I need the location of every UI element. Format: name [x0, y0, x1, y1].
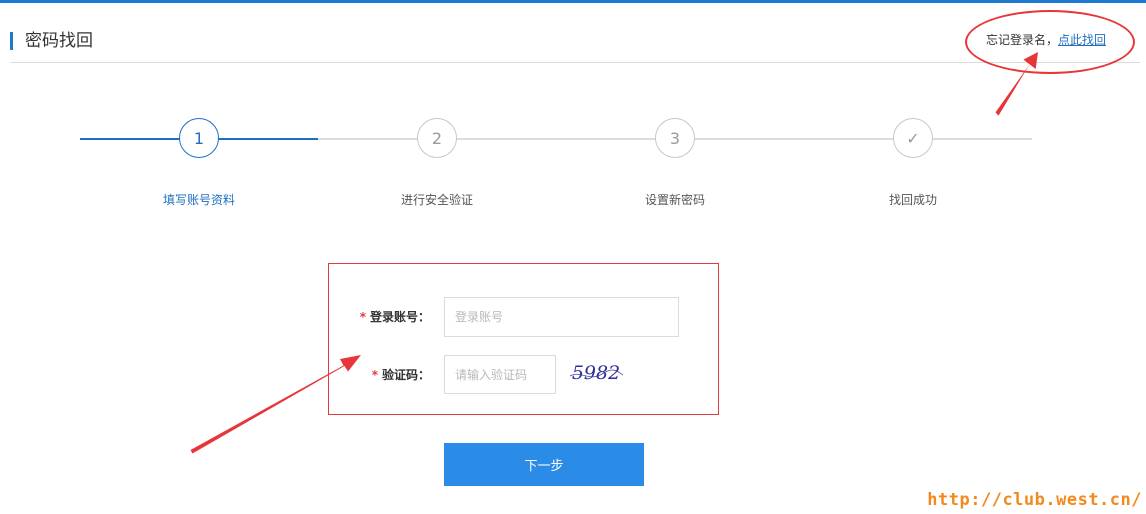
- captcha-image[interactable]: 5982: [568, 358, 624, 386]
- captcha-label: * 验证码：: [330, 366, 430, 383]
- watermark: http://club.west.cn/: [927, 490, 1142, 510]
- step-1-label: 填写账号资料: [162, 193, 235, 207]
- top-accent-bar: [0, 0, 1146, 3]
- step-4-label: 找回成功: [888, 193, 937, 207]
- captcha-text: 5982: [572, 362, 620, 384]
- page-title: 密码找回: [25, 31, 93, 51]
- step-1-circle: 1: [179, 118, 219, 158]
- account-label-text: 登录账号：: [369, 310, 430, 324]
- step-3-label: 设置新密码: [644, 193, 705, 207]
- step-2-label: 进行安全验证: [400, 193, 473, 207]
- step-4-check-icon: ✓: [893, 118, 933, 158]
- account-input[interactable]: [444, 297, 679, 337]
- captcha-label-text: 验证码：: [381, 368, 430, 382]
- annotation-arrows: [190, 52, 1038, 454]
- account-label: * 登录账号：: [330, 308, 430, 325]
- step-2-circle: 2: [417, 118, 457, 158]
- title-accent-bar: [10, 32, 13, 50]
- required-mark: *: [359, 310, 366, 324]
- step-3-circle: 3: [655, 118, 695, 158]
- captcha-input[interactable]: [444, 355, 556, 394]
- next-step-button[interactable]: 下一步: [444, 443, 644, 486]
- annotation-ellipse: [965, 10, 1135, 74]
- required-mark: *: [371, 368, 378, 382]
